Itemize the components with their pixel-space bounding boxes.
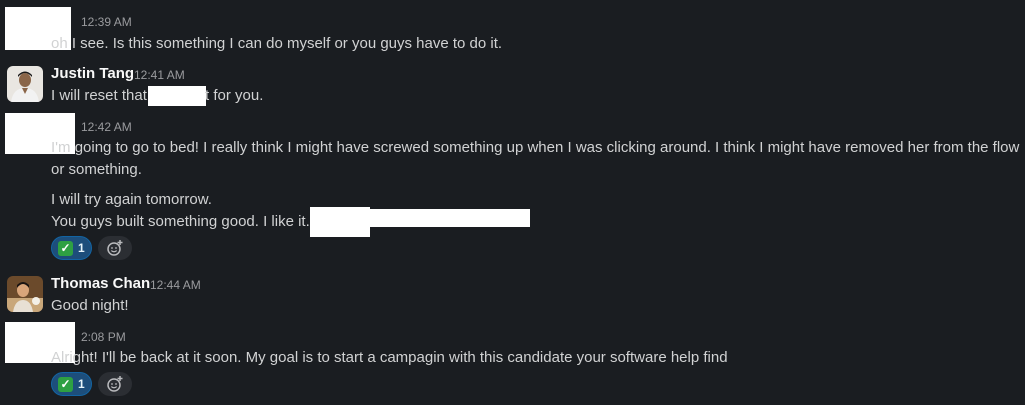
add-reaction-icon bbox=[107, 376, 123, 392]
message-text: Alright! I'll be back at it soon. My goa… bbox=[51, 349, 728, 366]
message-timestamp[interactable]: 12:39 AM bbox=[81, 14, 132, 30]
message-text: I'm going to go to bed! I really think I… bbox=[51, 139, 1020, 156]
white-check-mark-icon: ✓ bbox=[58, 376, 73, 392]
message-text: oh I see. Is this something I can do mys… bbox=[51, 35, 503, 52]
redacted-text bbox=[368, 209, 530, 227]
message-timestamp[interactable]: 12:41 AM bbox=[134, 67, 185, 83]
reaction-checkmark[interactable]: ✓ 1 bbox=[51, 236, 92, 260]
message-text: Good night! bbox=[51, 297, 129, 314]
redacted-text bbox=[310, 207, 370, 237]
author-name[interactable]: Thomas Chan bbox=[51, 275, 150, 293]
message-text: I will reset that bbox=[51, 87, 147, 104]
message-text-continued: t for you. bbox=[205, 87, 264, 104]
message-timestamp[interactable]: 12:44 AM bbox=[150, 277, 201, 293]
reaction-count: 1 bbox=[78, 241, 85, 255]
message-timestamp[interactable]: 12:42 AM bbox=[81, 119, 132, 135]
avatar-justin-tang[interactable] bbox=[7, 66, 43, 102]
message-timestamp[interactable]: 2:08 PM bbox=[81, 329, 126, 345]
add-reaction-button[interactable] bbox=[98, 236, 132, 260]
message-text: or something. bbox=[51, 161, 142, 178]
author-name[interactable]: Justin Tang bbox=[51, 65, 134, 83]
white-check-mark-icon: ✓ bbox=[58, 240, 73, 256]
message-text: You guys built something good. I like it… bbox=[51, 213, 310, 230]
reaction-checkmark[interactable]: ✓ 1 bbox=[51, 372, 92, 396]
avatar-thomas-chan[interactable] bbox=[7, 276, 43, 312]
add-reaction-button[interactable] bbox=[98, 372, 132, 396]
add-reaction-icon bbox=[107, 240, 123, 256]
message-text: I will try again tomorrow. bbox=[51, 191, 212, 208]
reaction-count: 1 bbox=[78, 377, 85, 391]
redacted-text bbox=[148, 86, 206, 106]
